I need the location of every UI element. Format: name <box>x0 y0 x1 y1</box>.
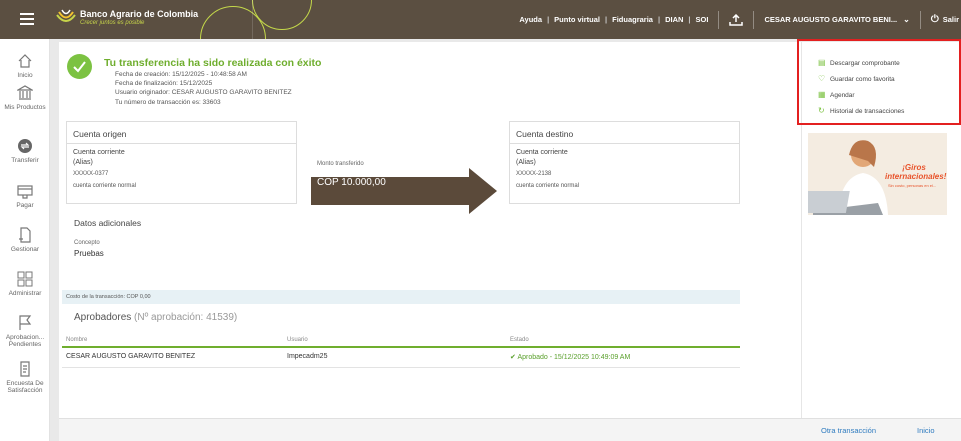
additional-data-title: Datos adicionales <box>74 218 142 228</box>
bottom-bar: Otra transacción Inicio <box>59 418 961 441</box>
sidebar-item-administrar[interactable]: Administrar <box>0 271 50 297</box>
bank-logo <box>56 9 76 22</box>
brand-tagline: Crecer juntos es posible <box>80 20 145 26</box>
check-icon: ✔ <box>510 354 516 361</box>
concept-label: Concepto <box>74 240 100 246</box>
sidebar-item-label: Inicio <box>17 72 33 79</box>
promo-subtitle: Sin costo, personas en el... <box>888 183 937 188</box>
nav-dian[interactable]: DIAN <box>665 15 683 24</box>
admin-icon <box>17 271 33 287</box>
table-header-divider <box>62 346 740 348</box>
sidebar-item-label: Mis Productos <box>4 104 46 111</box>
amount-label: Monto transferido <box>317 161 364 167</box>
approver-name: CESAR AUGUSTO GARAVITO BENITEZ <box>66 353 196 360</box>
approver-status-text: Aprobado - 15/12/2025 10:49:09 AM <box>517 354 631 361</box>
approval-number: (Nº aprobación: 41539) <box>134 312 238 323</box>
destination-account-desc: cuenta corriente normal <box>516 183 580 189</box>
origin-account-card: Cuenta origen Cuenta corriente (Alias) X… <box>66 121 297 204</box>
header-divider <box>252 0 253 39</box>
success-title: Tu transferencia ha sido realizada con é… <box>104 57 322 69</box>
manage-icon <box>19 227 31 243</box>
sidebar-item-label: Aprobacion... Pendientes <box>5 334 45 348</box>
flag-icon <box>19 315 32 330</box>
chevron-down-icon[interactable]: ⌄ <box>903 15 910 24</box>
concept-value: Pruebas <box>74 249 104 258</box>
destination-account-type: Cuenta corriente <box>516 149 568 156</box>
brand-name[interactable]: Banco Agrario de Colombia <box>80 9 198 19</box>
finish-date: Fecha de finalización: 15/12/2025 <box>115 80 213 87</box>
table-row-divider <box>62 367 740 368</box>
user-menu[interactable]: CESAR AUGUSTO GARAVITO BENI... <box>764 15 897 24</box>
sidebar-item-pagar[interactable]: Pagar <box>0 183 50 209</box>
sidebar-item-label: Pagar <box>16 202 34 209</box>
destination-account-number: XXXXX-2138 <box>516 171 552 177</box>
column-header-name: Nombre <box>66 337 88 343</box>
origin-account-type: Cuenta corriente <box>73 149 125 156</box>
approvers-title: Aprobadores (Nº aprobación: 41539) <box>74 312 237 323</box>
top-bar: Banco Agrario de Colombia Crecer juntos … <box>0 0 961 39</box>
sidebar-item-gestionar[interactable]: Gestionar <box>0 227 50 253</box>
sidebar-item-label: Encuesta De Satisfacción <box>6 380 44 394</box>
bank-icon <box>17 85 33 100</box>
sidebar-item-label: Gestionar <box>10 246 40 253</box>
transaction-cost: Costo de la transacción: COP 0,00 <box>62 290 740 304</box>
origin-account-number: XXXXX-0377 <box>73 171 109 177</box>
transfer-icon <box>18 139 32 153</box>
survey-icon <box>20 361 30 377</box>
origin-account-desc: cuenta corriente normal <box>73 183 137 189</box>
sidebar-item-mis-productos[interactable]: Mis Productos <box>0 85 50 111</box>
sidebar-item-label: Transferir <box>11 157 39 164</box>
sidebar-item-aprobaciones-pendientes[interactable]: Aprobacion... Pendientes <box>0 315 50 348</box>
destination-card-title: Cuenta destino <box>510 122 739 144</box>
promo-banner[interactable]: ¡Giros internacionales! Sin costo, perso… <box>808 133 947 215</box>
sidebar-item-encuesta[interactable]: Encuesta De Satisfacción <box>0 361 50 394</box>
approver-status: ✔ Aprobado - 15/12/2025 10:49:09 AM <box>510 353 630 361</box>
column-header-user: Usuario <box>287 337 308 343</box>
origin-card-title: Cuenta origen <box>67 122 296 144</box>
power-icon[interactable]: ⏻ <box>931 14 939 25</box>
home-link[interactable]: Inicio <box>917 426 935 435</box>
approver-user: Impecadm25 <box>287 353 328 360</box>
creation-date: Fecha de creación: 15/12/2025 - 10:48:58… <box>115 71 247 78</box>
logout-link[interactable]: Salir <box>943 15 959 24</box>
approvers-label: Aprobadores <box>74 312 132 323</box>
other-transaction-link[interactable]: Otra transacción <box>821 426 876 435</box>
promo-title: ¡Giros internacionales! <box>885 163 947 181</box>
left-sidebar: Inicio Mis Productos Transferir Pagar Ge… <box>0 39 50 441</box>
nav-fiduagraria[interactable]: Fiduagraria <box>612 15 653 24</box>
transaction-number: Tu número de transacción es: 33603 <box>115 99 221 106</box>
hamburger-menu-icon[interactable] <box>20 13 34 25</box>
transfer-amount: COP 10.000,00 <box>317 177 386 188</box>
transfer-result-panel: Tu transferencia ha sido realizada con é… <box>59 42 801 418</box>
originator-user: Usuario originador: CESAR AUGUSTO GARAVI… <box>115 89 292 96</box>
column-header-status: Estado <box>510 337 529 343</box>
success-check-icon <box>67 54 92 79</box>
nav-soi[interactable]: SOI <box>696 15 709 24</box>
sidebar-item-transferir[interactable]: Transferir <box>0 138 50 164</box>
upload-icon[interactable] <box>729 13 744 26</box>
sidebar-item-inicio[interactable]: Inicio <box>0 53 50 79</box>
actions-highlight-box <box>797 39 961 125</box>
pay-icon <box>17 185 33 199</box>
sidebar-item-label: Administrar <box>8 290 42 297</box>
nav-ayuda[interactable]: Ayuda <box>519 15 542 24</box>
nav-punto-virtual[interactable]: Punto virtual <box>554 15 600 24</box>
transfer-arrow <box>311 168 497 214</box>
destination-account-card: Cuenta destino Cuenta corriente (Alias) … <box>509 121 740 204</box>
home-icon <box>18 54 32 68</box>
origin-account-alias: (Alias) <box>73 159 93 166</box>
destination-account-alias: (Alias) <box>516 159 536 166</box>
top-navigation: Ayuda | Punto virtual | Fiduagraria | DI… <box>519 0 961 39</box>
